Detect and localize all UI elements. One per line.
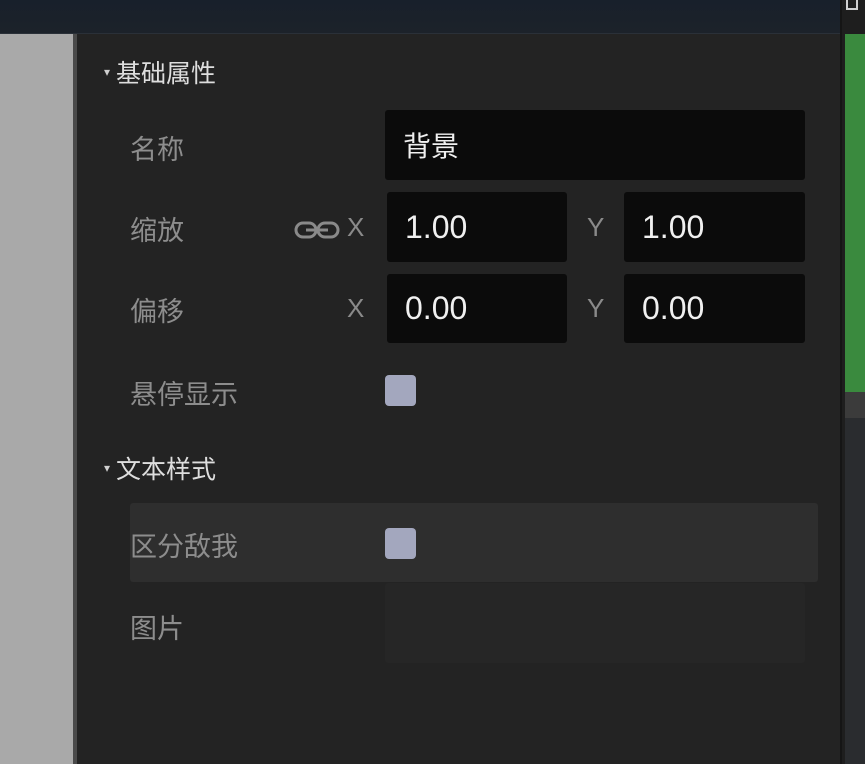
distinguish-enemy-checkbox[interactable] (385, 528, 416, 559)
scale-x-input[interactable]: 1.00 (387, 192, 567, 262)
hover-display-label: 悬停显示 (130, 380, 238, 411)
side-panel (845, 418, 865, 764)
scrollbar-thumb[interactable] (845, 34, 865, 392)
offset-label: 偏移 (130, 297, 184, 328)
image-label: 图片 (130, 614, 184, 645)
name-label: 名称 (130, 135, 184, 166)
section-basic-properties[interactable]: ▾ 基础属性 (104, 54, 216, 90)
section-text-style[interactable]: ▾ 文本样式 (104, 450, 216, 486)
offset-x-label: X (347, 293, 365, 323)
offset-y-label: Y (587, 293, 605, 323)
collapse-triangle-icon[interactable]: ▾ (104, 462, 110, 474)
restore-icon[interactable] (846, 0, 858, 10)
scale-x-label: X (347, 212, 365, 242)
divider (845, 392, 865, 418)
offset-x-input[interactable]: 0.00 (387, 274, 567, 343)
scale-label: 缩放 (130, 216, 184, 247)
inspector-window: ▾ 基础属性 名称 背景 缩放 X 1.00 Y 1.00 偏移 X 0.00 … (0, 0, 865, 764)
title-bar (0, 0, 865, 34)
collapse-triangle-icon[interactable]: ▾ (104, 66, 110, 78)
section-title: 文本样式 (116, 455, 217, 484)
offset-y-input[interactable]: 0.00 (624, 274, 805, 343)
link-icon[interactable] (294, 218, 340, 242)
scale-y-input[interactable]: 1.00 (624, 192, 805, 262)
image-asset-field[interactable] (385, 583, 805, 663)
hover-display-checkbox[interactable] (385, 375, 416, 406)
scale-y-label: Y (587, 212, 605, 242)
inspector-panel: ▾ 基础属性 名称 背景 缩放 X 1.00 Y 1.00 偏移 X 0.00 … (77, 34, 840, 764)
scene-viewport[interactable] (0, 34, 77, 764)
distinguish-enemy-label: 区分敌我 (130, 532, 238, 563)
section-title: 基础属性 (116, 59, 217, 88)
name-field[interactable]: 背景 (385, 110, 805, 180)
